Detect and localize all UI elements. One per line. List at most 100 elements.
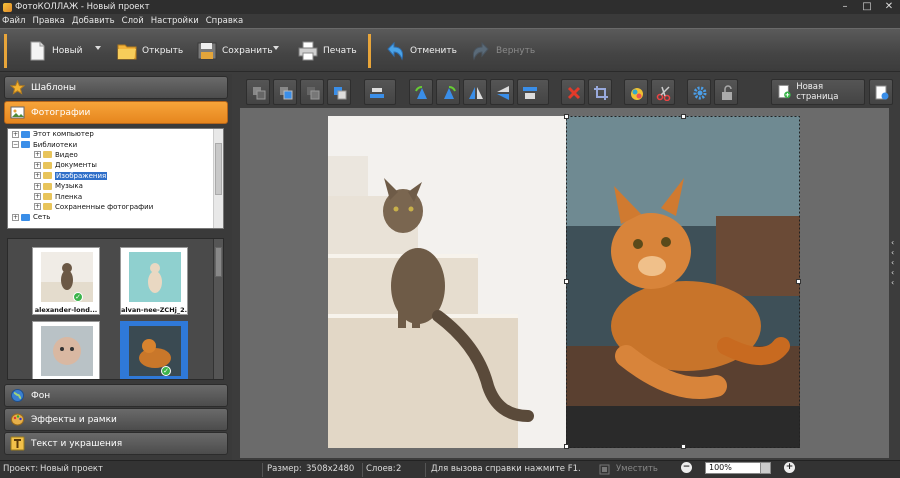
templates-section-header[interactable]: Шаблоны: [4, 76, 228, 99]
thumbnails-scroll-thumb[interactable]: [215, 247, 222, 277]
tree-scrollbar[interactable]: [213, 129, 223, 228]
folder-tree: + Этот компьютер − Библиотеки + Видео + Докумен…: [7, 128, 224, 229]
close-button[interactable]: ✕: [878, 0, 900, 14]
rotate-right-icon: [444, 86, 456, 99]
thumbnail-item[interactable]: ✓ alexander-lond...: [32, 247, 100, 315]
thumbnail-item[interactable]: [32, 321, 100, 379]
redo-button[interactable]: Вернуть: [470, 35, 535, 67]
expand-icon[interactable]: +: [34, 161, 41, 169]
zoom-out-button[interactable]: −: [681, 462, 692, 473]
cat-stairs-image: [328, 116, 566, 448]
tree-item[interactable]: + Сохраненные фотографии: [8, 202, 223, 212]
expand-icon[interactable]: +: [12, 130, 19, 138]
tree-item-label: Пленка: [55, 192, 83, 201]
send-backward-button[interactable]: [300, 79, 324, 105]
folder-icon: [21, 141, 30, 149]
open-button[interactable]: Открыть: [116, 35, 183, 67]
text-section-header[interactable]: Текст и украшения: [4, 432, 228, 455]
flip-vertical-button[interactable]: [490, 79, 514, 105]
effects-button[interactable]: [624, 79, 648, 105]
expand-icon[interactable]: +: [34, 193, 41, 201]
resize-handle[interactable]: [681, 444, 686, 449]
page-settings-button[interactable]: [869, 79, 893, 105]
tree-item[interactable]: + Музыка: [8, 181, 223, 191]
print-button[interactable]: Печать: [297, 35, 357, 67]
tree-item[interactable]: + Пленка: [8, 191, 223, 201]
align-button[interactable]: [364, 79, 396, 105]
tree-item[interactable]: + Видео: [8, 150, 223, 160]
tree-item[interactable]: − Библиотеки: [8, 139, 223, 149]
fit-button[interactable]: Уместить: [616, 464, 658, 474]
folder-icon: [117, 44, 137, 60]
new-dropdown-icon[interactable]: [95, 46, 101, 50]
undo-button[interactable]: Отменить: [384, 35, 457, 67]
zoom-in-button[interactable]: +: [784, 462, 795, 473]
menu-layer[interactable]: Слой: [122, 16, 144, 26]
thumbnail-item[interactable]: ✓: [120, 321, 188, 379]
chevron-left-icon[interactable]: ‹: [891, 278, 899, 288]
unlock-icon: [722, 85, 732, 100]
effects-section-header[interactable]: Эффекты и рамки: [4, 408, 228, 431]
thumbnail-item[interactable]: alvan-nee-ZCHj_2...: [120, 247, 188, 315]
flip-horizontal-button[interactable]: [463, 79, 487, 105]
bring-to-front-button[interactable]: [327, 79, 351, 105]
rotate-right-button[interactable]: [436, 79, 460, 105]
new-button[interactable]: Новый: [26, 35, 83, 67]
menu-help[interactable]: Справка: [206, 16, 243, 26]
app-icon: [3, 2, 12, 12]
lock-button[interactable]: [714, 79, 738, 105]
rotate-left-button[interactable]: [409, 79, 433, 105]
photo-cat-on-stairs[interactable]: [328, 116, 566, 448]
chevron-left-icon[interactable]: ‹: [891, 258, 899, 268]
save-button[interactable]: Сохранить: [196, 35, 273, 67]
delete-x-icon: [567, 86, 581, 100]
tree-item[interactable]: + Сеть: [8, 212, 223, 222]
photo-ginger-cat[interactable]: [566, 116, 800, 448]
chevron-left-icon[interactable]: ‹: [891, 268, 899, 278]
thumbnails-scrollbar[interactable]: [213, 239, 223, 379]
maximize-button[interactable]: □: [856, 0, 878, 14]
position-button[interactable]: [517, 79, 549, 105]
tree-item-label: Этот компьютер: [33, 130, 94, 139]
thumbnail-image: [129, 252, 181, 302]
menu-edit[interactable]: Правка: [32, 16, 64, 26]
collapse-icon[interactable]: −: [12, 141, 19, 149]
resize-handle[interactable]: [681, 114, 686, 119]
bring-forward-button[interactable]: [273, 79, 297, 105]
zoom-select[interactable]: 100%: [705, 462, 771, 474]
divider: [425, 463, 426, 477]
minimize-button[interactable]: –: [834, 0, 856, 14]
chevron-left-icon[interactable]: ‹: [891, 248, 899, 258]
tree-item[interactable]: + Изображения: [8, 171, 223, 181]
photos-section-header[interactable]: Фотографии: [4, 101, 228, 124]
chevron-left-icon[interactable]: ‹: [891, 238, 899, 248]
save-dropdown-icon[interactable]: [273, 46, 279, 50]
expand-icon[interactable]: +: [34, 172, 41, 180]
menu-settings[interactable]: Настройки: [151, 16, 199, 26]
tree-item[interactable]: + Документы: [8, 160, 223, 170]
chevron-down-icon[interactable]: [760, 463, 770, 473]
cut-button[interactable]: [651, 79, 675, 105]
delete-button[interactable]: [561, 79, 585, 105]
background-section-header[interactable]: Фон: [4, 384, 228, 407]
settings-button[interactable]: [687, 79, 711, 105]
expand-icon[interactable]: +: [12, 213, 19, 221]
resize-handle[interactable]: [564, 114, 569, 119]
expand-icon[interactable]: +: [34, 151, 41, 159]
tree-scroll-thumb[interactable]: [215, 143, 222, 195]
check-icon: ✓: [73, 292, 83, 302]
folder-icon: [21, 130, 30, 138]
expand-icon[interactable]: +: [34, 182, 41, 190]
tree-item[interactable]: + Этот компьютер: [8, 129, 223, 139]
resize-handle[interactable]: [796, 279, 801, 284]
resize-handle[interactable]: [564, 279, 569, 284]
new-page-label: Новая страница: [796, 82, 839, 102]
crop-button[interactable]: [588, 79, 612, 105]
menu-file[interactable]: Файл: [2, 16, 25, 26]
expand-icon[interactable]: +: [34, 203, 41, 211]
menu-add[interactable]: Добавить: [72, 16, 115, 26]
new-page-button[interactable]: Новая страница: [771, 79, 865, 105]
collage-page[interactable]: [328, 114, 801, 449]
resize-handle[interactable]: [564, 444, 569, 449]
send-to-back-button[interactable]: [246, 79, 270, 105]
